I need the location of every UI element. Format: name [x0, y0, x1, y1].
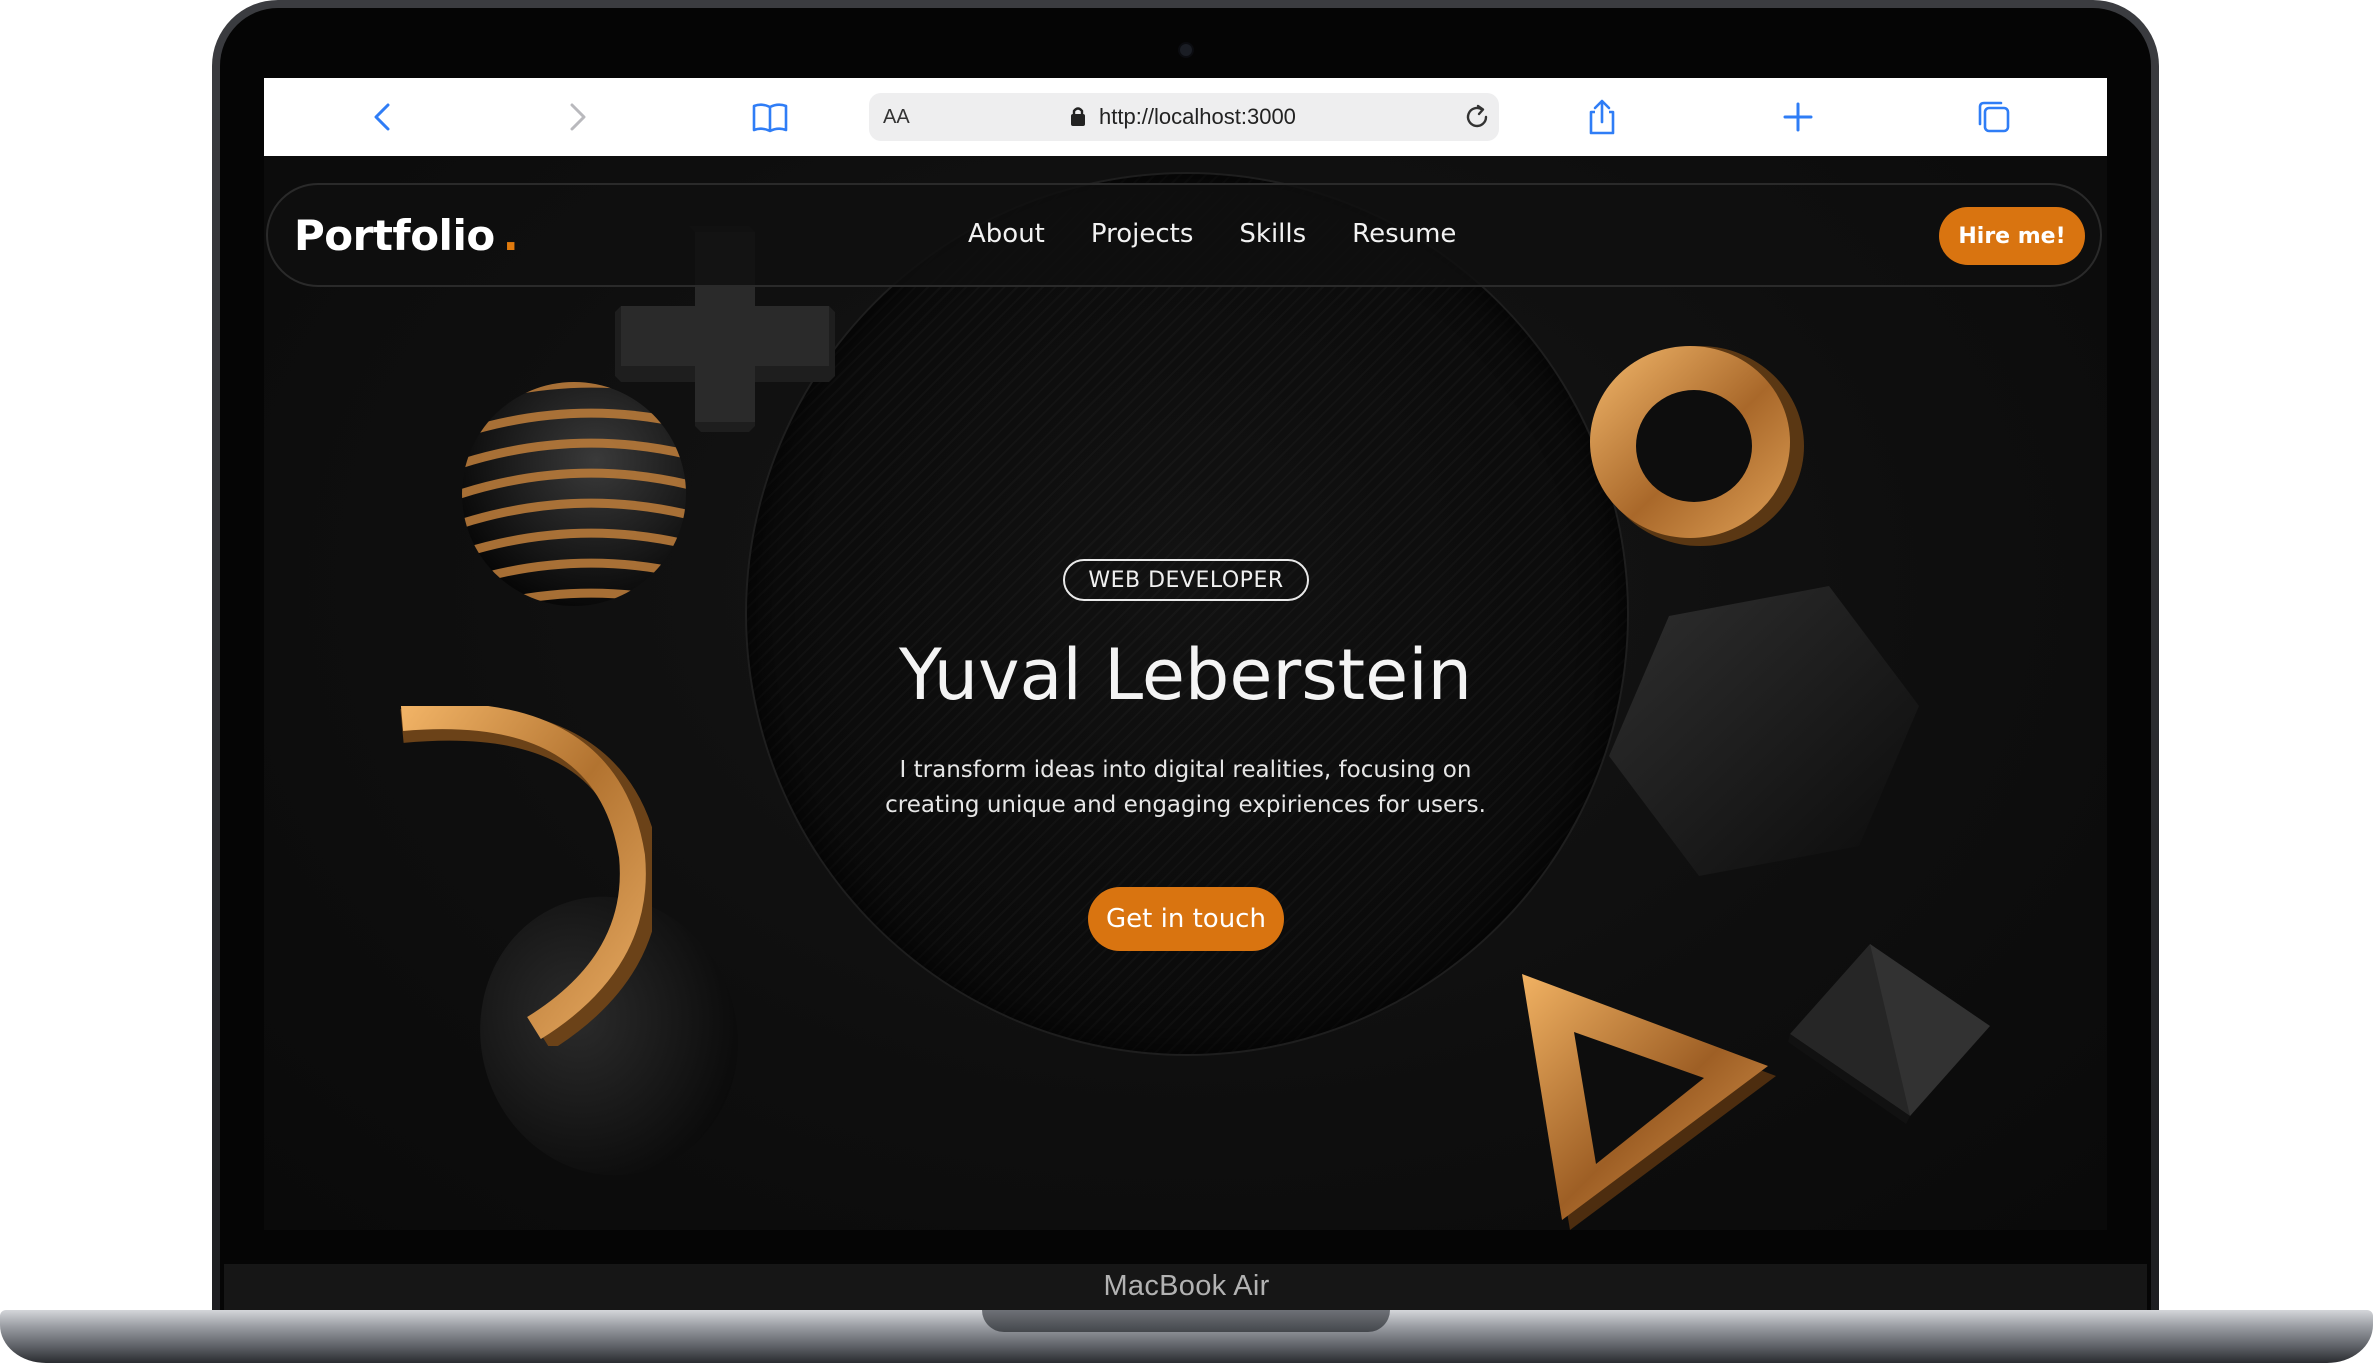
get-in-touch-button[interactable]: Get in touch [1088, 887, 1284, 951]
dark-cube-decoration [1788, 944, 1990, 1124]
chevron-right-icon[interactable] [556, 97, 596, 137]
camera-icon [1180, 44, 1192, 56]
address-bar[interactable]: AA http://localhost:3000 [869, 93, 1499, 141]
reader-button[interactable]: AA [883, 106, 910, 129]
reload-icon[interactable] [1461, 101, 1493, 133]
laptop-hinge-notch [982, 1310, 1390, 1332]
tabs-icon[interactable] [1974, 97, 2014, 137]
hero-description: I transform ideas into digital realities… [885, 757, 1486, 818]
gold-triangle-decoration [1522, 974, 1776, 1230]
lock-icon [1071, 107, 1085, 126]
dark-hexagon-decoration [1609, 586, 1919, 876]
nav-link-about[interactable]: About [968, 219, 1045, 249]
role-badge: WEB DEVELOPER [1063, 559, 1309, 601]
plus-icon[interactable] [1778, 97, 1818, 137]
brand-dot: . [502, 211, 519, 260]
share-icon[interactable] [1582, 97, 1622, 137]
portfolio-page: Portfolio. About Projects Skills Resume … [264, 156, 2107, 1230]
url-text: http://localhost:3000 [1099, 104, 1296, 129]
nav-link-resume[interactable]: Resume [1352, 219, 1456, 249]
book-icon[interactable] [750, 97, 790, 137]
nav-link-projects[interactable]: Projects [1091, 219, 1194, 249]
hero-name: Yuval Leberstein [898, 634, 1473, 716]
nav-link-skills[interactable]: Skills [1239, 219, 1306, 249]
laptop-screen: AA http://localhost:3000 Portfolio . Abo… [264, 78, 2107, 1230]
browser-toolbar: AA http://localhost:3000 [264, 78, 2107, 157]
hire-me-button[interactable]: Hire me! [1939, 207, 2085, 265]
device-model-label: MacBook Air [1103, 1270, 1270, 1302]
chevron-left-icon[interactable] [364, 97, 404, 137]
striped-sphere-decoration [462, 382, 686, 606]
gold-arc-decoration [400, 706, 652, 1046]
brand-text: Portfolio [294, 211, 495, 260]
brand-logo[interactable]: Portfolio. [294, 211, 519, 260]
site-navbar: Portfolio. About Projects Skills Resume … [266, 183, 2102, 287]
gold-ring-decoration [1590, 346, 1804, 546]
nav-links: About Projects Skills Resume [968, 219, 1502, 249]
